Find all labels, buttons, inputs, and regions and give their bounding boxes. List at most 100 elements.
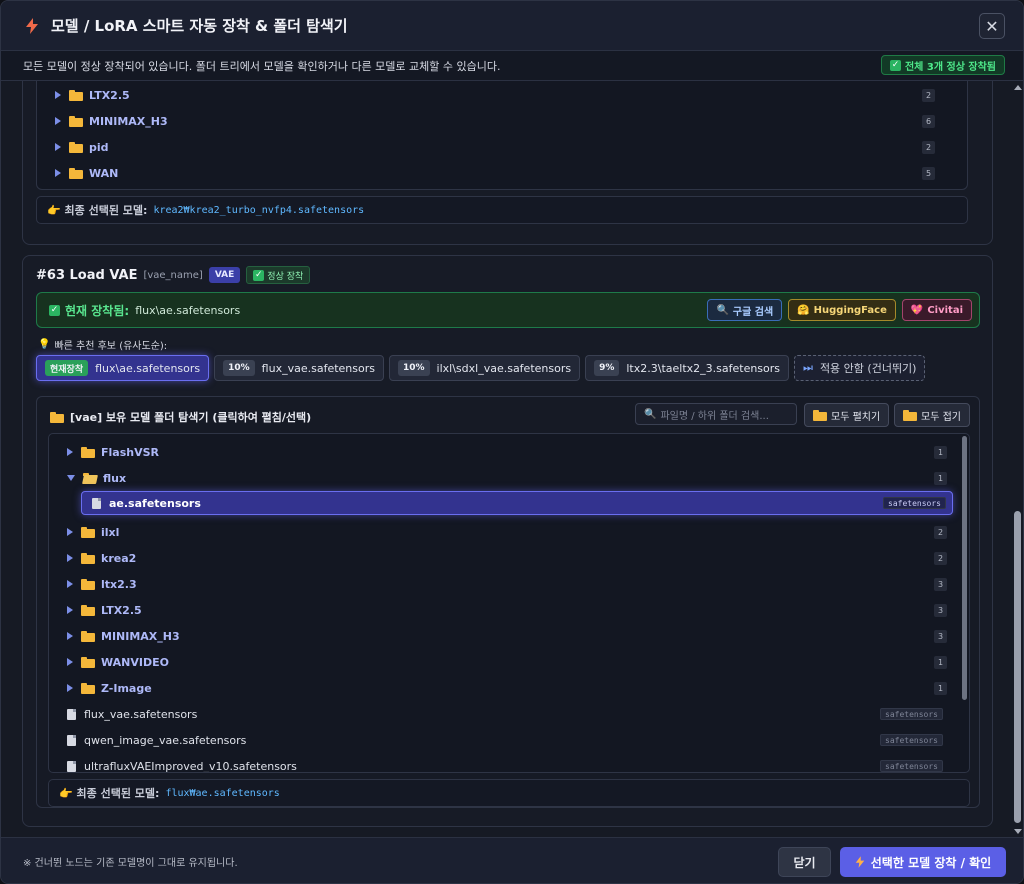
node-card: LTX2.5 2 MINIMAX_H3 6 pid 2 WAN 5 👉 최종 선… xyxy=(22,81,993,245)
folder-icon xyxy=(81,446,95,458)
status-badge-label: 전체 3개 정상 장착됨 xyxy=(904,61,996,73)
expand-triangle-icon[interactable] xyxy=(67,684,73,692)
file-name: qwen_image_vae.safetensors xyxy=(84,733,247,747)
final-selection-label: 👉 최종 선택된 모델: xyxy=(59,787,160,800)
skip-button[interactable]: ⏭ 적용 안함 (건너뛰기) xyxy=(794,355,926,381)
expand-triangle-icon[interactable] xyxy=(67,528,73,536)
tree-folder-row[interactable]: LTX2.5 2 xyxy=(37,82,947,108)
folder-icon xyxy=(69,141,83,153)
expand-triangle-icon[interactable] xyxy=(55,143,61,151)
expand-triangle-icon[interactable] xyxy=(67,606,73,614)
lightning-icon xyxy=(26,17,38,34)
recommendation-title-label: 빠른 추천 후보 (유사도순): xyxy=(54,341,168,352)
tree-folder-row[interactable]: WAN 5 xyxy=(37,160,947,186)
search-icon: 🔍 xyxy=(644,408,657,420)
folder-icon xyxy=(81,526,95,538)
collapse-triangle-icon[interactable] xyxy=(67,475,75,481)
folder-tree[interactable]: FlashVSR 1 flux 1 ae.safetensors safeten… xyxy=(48,433,970,773)
tree-folder-row[interactable]: FlashVSR 1 xyxy=(49,439,959,465)
folder-name: Z-Image xyxy=(101,681,152,695)
recommendation-chip[interactable]: 9% ltx2.3\taeltx2_3.safetensors xyxy=(585,355,790,381)
tree-file-row[interactable]: ultrafluxVAEImproved_v10.safetensors saf… xyxy=(49,753,959,773)
expand-triangle-icon[interactable] xyxy=(67,448,73,456)
tree-folder-row[interactable]: ilxl 2 xyxy=(49,519,959,545)
tree-file-row-selected[interactable]: ae.safetensors safetensors xyxy=(81,491,953,515)
node-card: #63 Load VAE [vae_name] VAE ✓ 정상 장착 ✓ 현재… xyxy=(22,255,993,827)
expand-triangle-icon[interactable] xyxy=(67,580,73,588)
folder-icon xyxy=(69,115,83,127)
expand-triangle-icon[interactable] xyxy=(55,91,61,99)
tree-scrollbar-thumb[interactable] xyxy=(962,436,967,700)
scroll-down-icon[interactable] xyxy=(1014,829,1022,834)
google-search-button[interactable]: 🔍 구글 검색 xyxy=(707,299,783,321)
recommendation-chip[interactable]: 10% flux_vae.safetensors xyxy=(214,355,384,381)
folder-count: 6 xyxy=(922,114,935,128)
tree-folder-row[interactable]: MINIMAX_H3 6 xyxy=(37,108,947,134)
status-badge: ✓ 전체 3개 정상 장착됨 xyxy=(880,55,1005,75)
expand-triangle-icon[interactable] xyxy=(67,658,73,666)
type-badge: VAE xyxy=(208,267,241,283)
folder-browser-title: [vae] 보유 모델 폴더 탐색기 (클릭하여 펼침/선택) xyxy=(70,411,312,424)
node-header: #63 Load VAE [vae_name] VAE ✓ 정상 장착 xyxy=(36,266,311,284)
apply-button-label: 선택한 모델 장착 / 확인 xyxy=(870,855,992,870)
expand-triangle-icon[interactable] xyxy=(55,117,61,125)
expand-triangle-icon[interactable] xyxy=(67,632,73,640)
file-name: ae.safetensors xyxy=(109,496,201,510)
scrollbar-thumb[interactable] xyxy=(1014,511,1021,823)
tree-file-row[interactable]: qwen_image_vae.safetensors safetensors xyxy=(49,727,959,753)
folder-count: 3 xyxy=(934,629,947,643)
civitai-button[interactable]: 💖 Civitai xyxy=(901,299,972,321)
apply-button[interactable]: 선택한 모델 장착 / 확인 xyxy=(840,847,1006,877)
collapse-all-button[interactable]: 모두 접기 xyxy=(894,403,970,427)
final-selection-path: krea2₩krea2_turbo_nvfp4.safetensors xyxy=(153,204,365,216)
body-scrollbar[interactable] xyxy=(1012,81,1023,837)
current-model: ✓ 현재 장착됨: flux\ae.safetensors 🔍 구글 검색 🤗 … xyxy=(36,292,980,328)
folder-tree[interactable]: LTX2.5 2 MINIMAX_H3 6 pid 2 WAN 5 xyxy=(36,81,968,190)
folder-count: 2 xyxy=(934,551,947,565)
expand-triangle-icon[interactable] xyxy=(67,554,73,562)
folder-name: LTX2.5 xyxy=(89,88,130,102)
folder-browser-header: [vae] 보유 모델 폴더 탐색기 (클릭하여 펼침/선택) xyxy=(50,409,311,425)
file-icon xyxy=(67,760,76,772)
tree-folder-row[interactable]: krea2 2 xyxy=(49,545,959,571)
tree-folder-row[interactable]: WANVIDEO 1 xyxy=(49,649,959,675)
recommendation-title: 💡 빠른 추천 후보 (유사도순): xyxy=(38,337,167,352)
folder-count: 3 xyxy=(934,603,947,617)
expand-all-label: 모두 펼치기 xyxy=(831,411,881,423)
hugging-face-icon: 🤗 xyxy=(797,304,810,316)
recommendation-chip[interactable]: 현재장착 flux\ae.safetensors xyxy=(36,355,210,381)
folder-name: MINIMAX_H3 xyxy=(101,629,180,643)
final-selection: 👉 최종 선택된 모델: krea2₩krea2_turbo_nvfp4.saf… xyxy=(36,196,968,224)
file-extension-tag: safetensors xyxy=(880,760,943,772)
folder-icon xyxy=(81,604,95,616)
recommendation-chip[interactable]: 10% ilxl\sdxl_vae.safetensors xyxy=(388,355,581,381)
tree-folder-row[interactable]: pid 2 xyxy=(37,134,947,160)
file-name: flux_vae.safetensors xyxy=(84,707,198,721)
folder-icon xyxy=(81,578,95,590)
search-input[interactable]: 🔍 파일명 / 하위 폴더 검색... xyxy=(635,403,797,425)
huggingface-button[interactable]: 🤗 HuggingFace xyxy=(788,299,896,321)
tree-folder-row[interactable]: flux 1 xyxy=(49,465,959,491)
lightning-icon xyxy=(855,856,865,868)
tree-folder-row[interactable]: MINIMAX_H3 3 xyxy=(49,623,959,649)
civitai-label: Civitai xyxy=(927,304,963,316)
tree-folder-row[interactable]: LTX2.5 3 xyxy=(49,597,959,623)
expand-triangle-icon[interactable] xyxy=(55,169,61,177)
close-button[interactable]: 닫기 xyxy=(778,847,831,877)
final-selection-path: flux₩ae.safetensors xyxy=(165,787,280,799)
dialog-body[interactable]: LTX2.5 2 MINIMAX_H3 6 pid 2 WAN 5 👉 최종 선… xyxy=(1,81,1011,837)
file-name: ultrafluxVAEImproved_v10.safetensors xyxy=(84,759,297,773)
tree-file-row[interactable]: flux_vae.safetensors safetensors xyxy=(49,701,959,727)
folder-icon xyxy=(50,411,64,423)
tree-folder-row[interactable]: ltx2.3 3 xyxy=(49,571,959,597)
tree-folder-row[interactable]: Z-Image 1 xyxy=(49,675,959,701)
huggingface-label: HuggingFace xyxy=(813,304,887,316)
current-model-label: 현재 장착됨: xyxy=(65,303,130,318)
folder-icon xyxy=(81,552,95,564)
folder-icon xyxy=(903,409,917,421)
folder-name: FlashVSR xyxy=(101,445,159,459)
scroll-up-icon[interactable] xyxy=(1014,85,1022,90)
close-icon[interactable]: ✕ xyxy=(979,13,1005,39)
expand-all-button[interactable]: 모두 펼치기 xyxy=(804,403,890,427)
file-icon xyxy=(92,497,101,509)
